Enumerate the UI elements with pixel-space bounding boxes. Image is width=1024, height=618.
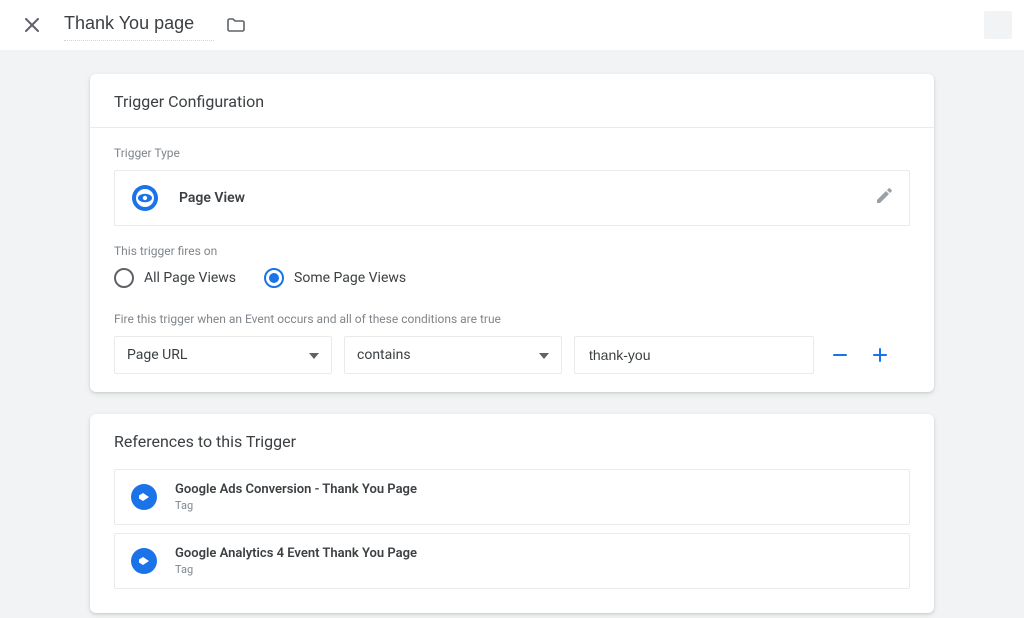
radio-button-icon [264, 268, 284, 288]
tag-icon [131, 484, 157, 510]
reference-text: Google Analytics 4 Event Thank You Page … [175, 546, 417, 576]
caret-down-icon [309, 347, 319, 363]
condition-variable-select[interactable]: Page URL [114, 336, 332, 374]
trigger-config-card: Trigger Configuration Trigger Type Page … [90, 74, 934, 392]
add-condition-button[interactable] [866, 341, 894, 369]
reference-subtitle: Tag [175, 499, 417, 512]
folder-icon[interactable] [224, 13, 248, 37]
reference-item[interactable]: Google Analytics 4 Event Thank You Page … [114, 533, 910, 589]
remove-condition-button[interactable] [826, 341, 854, 369]
radio-some-page-views[interactable]: Some Page Views [264, 268, 406, 288]
reference-title: Google Ads Conversion - Thank You Page [175, 482, 417, 497]
fires-on-radio-group: All Page Views Some Page Views [114, 268, 910, 288]
top-bar [0, 0, 1024, 50]
close-icon[interactable] [20, 13, 44, 37]
tag-icon [131, 548, 157, 574]
condition-value-input[interactable] [574, 336, 814, 374]
trigger-type-row[interactable]: Page View [114, 170, 910, 226]
radio-all-label: All Page Views [144, 270, 236, 286]
trigger-name-input[interactable] [64, 9, 214, 41]
radio-some-label: Some Page Views [294, 270, 406, 286]
caret-down-icon [539, 347, 549, 363]
page-view-icon [131, 184, 159, 212]
fires-on-label: This trigger fires on [114, 244, 910, 258]
condition-operator-select[interactable]: contains [344, 336, 562, 374]
reference-title: Google Analytics 4 Event Thank You Page [175, 546, 417, 561]
overflow-menu-button[interactable] [984, 11, 1012, 39]
radio-button-icon [114, 268, 134, 288]
condition-variable-value: Page URL [127, 347, 187, 363]
references-card: References to this Trigger Google Ads Co… [90, 414, 934, 613]
trigger-type-label: Trigger Type [114, 146, 910, 160]
condition-row: Page URL contains [114, 336, 910, 374]
condition-operator-value: contains [357, 347, 411, 363]
reference-text: Google Ads Conversion - Thank You Page T… [175, 482, 417, 512]
reference-subtitle: Tag [175, 563, 417, 576]
reference-item[interactable]: Google Ads Conversion - Thank You Page T… [114, 469, 910, 525]
condition-label: Fire this trigger when an Event occurs a… [114, 312, 910, 326]
pencil-icon[interactable] [875, 187, 893, 209]
trigger-config-heading: Trigger Configuration [90, 74, 934, 128]
radio-all-page-views[interactable]: All Page Views [114, 268, 236, 288]
references-heading: References to this Trigger [90, 414, 934, 469]
stage: Trigger Configuration Trigger Type Page … [0, 50, 1024, 618]
trigger-type-value: Page View [179, 190, 245, 206]
